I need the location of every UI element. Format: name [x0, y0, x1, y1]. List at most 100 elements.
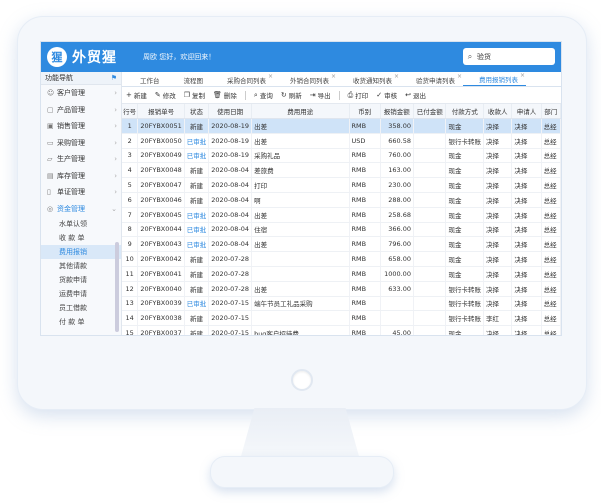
tab[interactable]: 流程图 [168, 73, 212, 86]
table-cell [413, 192, 447, 208]
tab[interactable]: 费用报销列表 × [463, 72, 526, 86]
table-cell: 决择 [483, 207, 513, 223]
table-row[interactable]: 9 20FYBX0043 已审批 2020-08-04 出差 RMB 796.00 现金 决择决… [122, 236, 561, 253]
table-cell [251, 310, 350, 327]
column-header[interactable]: 行号 [122, 104, 139, 119]
sidebar-subitem[interactable]: 运费申请 [41, 287, 121, 301]
table-row[interactable]: 1 20FYBX0051 新建 2020-08-19 出差 RMB 358.00 现金 决择 决择… [122, 118, 561, 134]
table-cell: 住宿 [251, 222, 350, 238]
copy-label: 复制 [192, 92, 206, 100]
table-cell [413, 207, 447, 223]
table-cell [380, 296, 414, 312]
delete-button[interactable]: 🗑︎ 删除 [213, 90, 237, 100]
table-cell: 45.00 [380, 325, 414, 335]
sidebar-item[interactable]: ▱ 生产管理 › [41, 151, 121, 168]
close-icon[interactable]: × [394, 73, 399, 80]
table-cell [413, 118, 447, 134]
close-icon[interactable]: × [457, 73, 462, 80]
table-row[interactable]: 13 20FYBX0039 已审批 2020-07-15 端午节员工礼品采购 RMB 银行卡… [122, 296, 561, 312]
close-icon[interactable]: × [520, 72, 525, 79]
sidebar-subitem[interactable]: 付 款 单 [41, 315, 121, 329]
table-cell: RMB [349, 222, 381, 238]
table-cell: 366.00 [380, 222, 414, 238]
tab[interactable]: 验货申请列表 × [400, 73, 463, 86]
column-header[interactable]: 费用用途 [251, 104, 350, 119]
column-header[interactable]: 收款人 [483, 104, 513, 119]
search-input[interactable]: ⌕ 验货 [463, 48, 555, 65]
table-row[interactable]: 2 20FYBX0050 已审批 2020-08-19 出差 USD 660.58 银行卡转账… [122, 133, 561, 149]
table-row[interactable]: 14 20FYBX0038 新建 2020-07-15 RMB 银行卡转账 李红 决择 总经 [122, 310, 561, 327]
column-header[interactable]: 付款方式 [445, 104, 484, 119]
sidebar-item[interactable]: ☺ 客户管理 › [41, 85, 121, 102]
withdraw-button[interactable]: ↩ 退出 [405, 90, 426, 100]
refresh-icon: ↻ [280, 91, 287, 99]
sidebar-item-label: 资金管理 [57, 204, 85, 213]
sidebar-item[interactable]: ◎ 资金管理 ⌄ [41, 201, 121, 218]
app-title: 外贸猩 [72, 50, 117, 66]
table-cell: 12 [122, 281, 139, 297]
copy-button[interactable]: ❐ 复制 [184, 90, 205, 100]
table-cell: 总经 [541, 310, 561, 327]
table-cell: 现金 [445, 148, 484, 164]
table-row[interactable]: 7 20FYBX0045 已审批 2020-08-04 出差 RMB 258.68 现金 决择决… [122, 207, 561, 223]
sidebar-subitem[interactable]: 货款申请 [41, 273, 121, 287]
table-cell [251, 251, 350, 267]
approve-button[interactable]: ✓ 审核 [376, 90, 397, 100]
column-header[interactable]: 已付金额 [413, 104, 447, 119]
table-row[interactable]: 12 20FYBX0040 新建 2020-07-28 出差 RMB 633.00 银行卡转账… [122, 281, 561, 297]
tab[interactable]: 采购合同列表 × [211, 73, 274, 86]
table-row[interactable]: 15 20FYBX0037 新建 2020-07-15 bug客户招待费 RMB 45.00… [122, 325, 561, 335]
table-row[interactable]: 3 20FYBX0049 已审批 2020-08-19 采购礼品 RMB 760.00 现金决… [122, 148, 561, 164]
table-cell [251, 266, 350, 282]
tab[interactable]: 收货通知列表 × [337, 73, 400, 86]
table-cell: 2020-08-19 [208, 148, 253, 164]
table-cell: 1000.00 [380, 266, 414, 282]
column-header[interactable]: 状态 [184, 104, 210, 119]
print-button[interactable]: ⎙ 打印 [348, 90, 369, 101]
column-header[interactable]: 报销金额 [380, 104, 414, 119]
table-cell: 2020-08-04 [208, 162, 253, 179]
column-header[interactable]: 申请人 [511, 104, 542, 119]
table-row[interactable]: 10 20FYBX0042 新建 2020-07-28 RMB 658.00 现金 决择 决择总… [122, 251, 561, 267]
tab[interactable]: 工作台 [124, 73, 168, 86]
query-button[interactable]: ⌕ 查询 [254, 90, 273, 101]
export-button[interactable]: ⇥ 导出 [310, 90, 331, 100]
sidebar-subitem[interactable]: 水单认领 [41, 217, 121, 231]
table-cell: 2020-08-04 [208, 222, 253, 238]
pin-icon[interactable]: ⚑ [111, 74, 117, 82]
chevron-right-icon: › [114, 105, 117, 114]
sidebar-item[interactable]: ▤ 库存管理 › [41, 168, 121, 185]
table-row[interactable]: 6 20FYBX0046 新建 2020-08-04 啊 RMB 288.00 现金 决择 决择总… [122, 192, 561, 208]
sidebar-item[interactable]: ▣ 销售管理 › [41, 118, 121, 135]
sidebar-subitem[interactable]: 其他请款 [41, 259, 121, 273]
sidebar-item[interactable]: ▭ 采购管理 › [41, 135, 121, 152]
sidebar-subitem[interactable]: 员工借款 [41, 301, 121, 315]
table-row[interactable]: 11 20FYBX0041 新建 2020-07-28 RMB 1000.00 现金 决择 决择… [122, 266, 561, 282]
table-cell: 决择 [483, 192, 513, 208]
refresh-button[interactable]: ↻ 刷新 [281, 90, 302, 100]
table-cell: 2020-08-19 [208, 133, 253, 149]
table-cell: 决择 [511, 296, 542, 312]
refresh-label: 刷新 [288, 92, 302, 100]
edit-button[interactable]: ✎ 修改 [155, 90, 176, 100]
sidebar-item[interactable]: ▯ 单证管理 › [41, 184, 121, 201]
sidebar-subitem[interactable]: 费用报销 [41, 245, 121, 259]
tab-label: 外销合同列表 [290, 76, 329, 85]
table-row[interactable]: 5 20FYBX0047 新建 2020-08-04 打印 RMB 230.00 现金 决择 决择… [122, 177, 561, 193]
sidebar-item[interactable]: ▢ 产品管理 › [41, 102, 121, 119]
tab[interactable]: 外销合同列表 × [274, 73, 337, 86]
table-row[interactable]: 8 20FYBX0044 已审批 2020-08-04 住宿 RMB 366.00 现金 决择决… [122, 222, 561, 238]
column-header[interactable]: 使用日期 [208, 104, 253, 119]
column-header[interactable]: 部门 [541, 104, 561, 119]
table-cell [413, 325, 447, 335]
table-row[interactable]: 4 20FYBX0048 新建 2020-08-04 差旅费 RMB 163.00 现金 决择决… [122, 162, 561, 179]
sidebar-subitem[interactable]: 收 款 单 [41, 231, 121, 245]
sidebar-scrollbar[interactable] [115, 242, 119, 332]
add-button[interactable]: + 新建 [126, 90, 147, 100]
close-icon[interactable]: × [268, 73, 273, 80]
search-icon[interactable]: ⌕ [463, 52, 477, 62]
table-cell: 10 [122, 251, 139, 267]
column-header[interactable]: 币别 [349, 104, 381, 119]
close-icon[interactable]: × [331, 73, 336, 80]
column-header[interactable]: 报销单号 [137, 104, 185, 119]
